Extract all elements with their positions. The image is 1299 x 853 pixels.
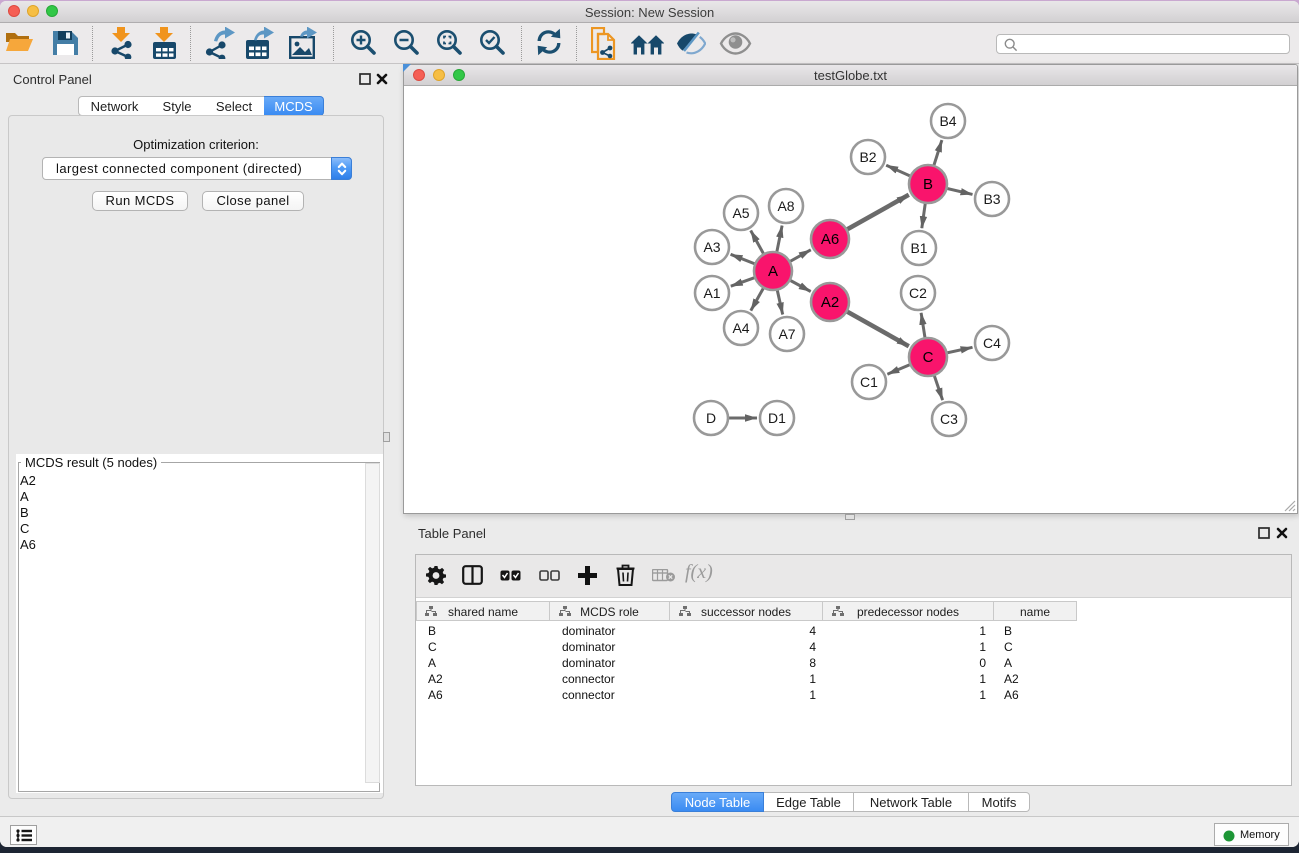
svg-text:A: A [768, 263, 778, 280]
svg-text:C: C [923, 349, 934, 366]
svg-text:D: D [706, 410, 716, 426]
svg-text:B4: B4 [939, 113, 956, 129]
svg-text:D1: D1 [768, 410, 786, 426]
svg-text:C3: C3 [940, 411, 958, 427]
svg-text:A6: A6 [821, 231, 839, 248]
svg-text:A1: A1 [703, 285, 720, 301]
svg-text:B3: B3 [983, 191, 1000, 207]
svg-text:C4: C4 [983, 335, 1001, 351]
svg-text:A7: A7 [778, 326, 795, 342]
svg-text:C1: C1 [860, 374, 878, 390]
svg-text:B2: B2 [859, 149, 876, 165]
svg-text:A2: A2 [821, 294, 839, 311]
svg-text:B1: B1 [910, 240, 927, 256]
svg-text:A4: A4 [732, 320, 749, 336]
svg-text:B: B [923, 176, 933, 193]
svg-text:C2: C2 [909, 285, 927, 301]
svg-text:A8: A8 [777, 198, 794, 214]
svg-text:A3: A3 [703, 239, 720, 255]
svg-text:A5: A5 [732, 205, 749, 221]
